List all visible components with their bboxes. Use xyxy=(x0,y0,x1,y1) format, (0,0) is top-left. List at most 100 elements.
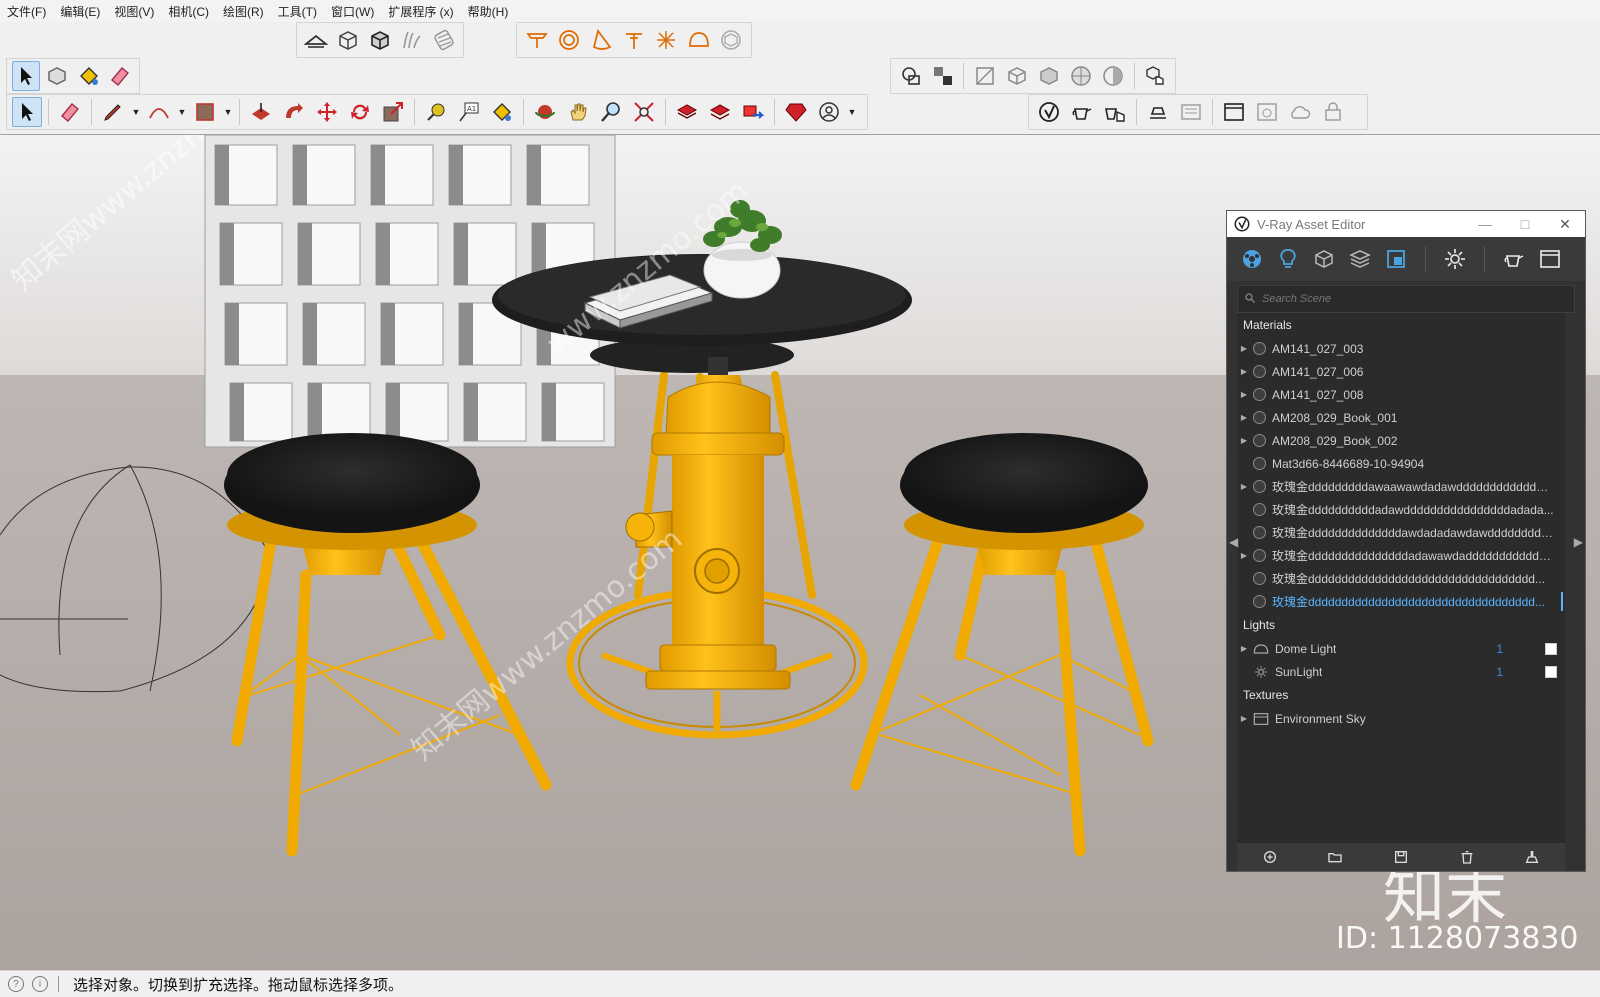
texture-item[interactable]: ▶ Environment Sky xyxy=(1237,707,1565,730)
light-item[interactable]: SunLight 1 xyxy=(1237,660,1565,683)
overlap-icon[interactable] xyxy=(896,61,925,91)
collapse-left-icon[interactable]: ◀ xyxy=(1229,535,1238,549)
menu-help[interactable]: 帮助(H) xyxy=(461,3,516,20)
box-icon[interactable] xyxy=(334,25,363,55)
hand-cube-icon[interactable] xyxy=(1141,61,1170,91)
import-icon[interactable] xyxy=(1260,847,1280,867)
follow-icon[interactable] xyxy=(279,97,309,127)
lock-icon[interactable] xyxy=(1318,97,1348,127)
materials-icon[interactable] xyxy=(1237,244,1267,274)
scale-icon[interactable] xyxy=(378,97,408,127)
section-lights[interactable]: Lights xyxy=(1237,613,1565,637)
vray-logo-icon[interactable] xyxy=(1034,97,1064,127)
cube-outline-icon[interactable] xyxy=(1002,61,1031,91)
expand-arrow-icon[interactable]: ▶ xyxy=(1237,367,1251,376)
expand-arrow-icon[interactable]: ▶ xyxy=(1237,644,1251,653)
expand-arrow-icon[interactable]: ▶ xyxy=(1237,413,1251,422)
material-item[interactable]: ▶ AM141_027_003 xyxy=(1237,337,1565,360)
expand-arrow-icon[interactable]: ▶ xyxy=(1237,482,1251,491)
menu-draw[interactable]: 绘图(R) xyxy=(216,3,271,20)
chevron-down-icon[interactable]: ▼ xyxy=(223,97,233,127)
material-item[interactable]: 玫瑰金ddddddddddadawddddddddddddddddadada..… xyxy=(1237,498,1565,521)
chevron-down-icon[interactable]: ▼ xyxy=(131,97,141,127)
grass-icon[interactable] xyxy=(397,25,426,55)
light-enabled-checkbox[interactable] xyxy=(1545,642,1557,655)
material-item[interactable]: ▶ AM208_029_Book_002 xyxy=(1237,429,1565,452)
text-icon[interactable]: A1 xyxy=(454,97,484,127)
select-arrow-icon[interactable] xyxy=(12,97,42,127)
profile-icon[interactable] xyxy=(814,97,844,127)
settings-gear-icon[interactable] xyxy=(1440,244,1470,274)
cone-icon[interactable] xyxy=(587,25,616,55)
maximize-button[interactable]: □ xyxy=(1505,216,1545,232)
grid-sphere-icon[interactable] xyxy=(1067,61,1096,91)
menu-edit[interactable]: 编辑(E) xyxy=(53,3,107,20)
cloud-render-icon[interactable] xyxy=(1285,97,1315,127)
expand-arrow-icon[interactable]: ▶ xyxy=(1237,390,1251,399)
sparkle-icon[interactable] xyxy=(652,25,681,55)
dome-icon[interactable] xyxy=(684,25,713,55)
pencil-icon[interactable] xyxy=(98,97,128,127)
zoom-icon[interactable] xyxy=(596,97,626,127)
chevron-down-icon[interactable]: ▼ xyxy=(177,97,187,127)
geometry-icon[interactable] xyxy=(1309,244,1339,274)
menu-window[interactable]: 窗口(W) xyxy=(324,3,381,20)
textures-icon[interactable] xyxy=(1381,244,1411,274)
expand-arrow-icon[interactable]: ▶ xyxy=(1237,344,1251,353)
search-input[interactable]: Search Scene xyxy=(1237,285,1575,313)
frame-buffer-icon[interactable] xyxy=(1176,97,1206,127)
frame-buffer-icon[interactable] xyxy=(1535,244,1565,274)
render-teapot-icon[interactable] xyxy=(1499,244,1529,274)
rotate-icon[interactable] xyxy=(345,97,375,127)
eraser-icon[interactable] xyxy=(55,97,85,127)
half-sphere-icon[interactable] xyxy=(1099,61,1128,91)
menu-view[interactable]: 视图(V) xyxy=(107,3,161,20)
section-plane-icon[interactable] xyxy=(302,25,331,55)
collapse-right-icon[interactable]: ▶ xyxy=(1574,535,1583,549)
section-materials[interactable]: Materials xyxy=(1237,313,1565,337)
close-button[interactable]: ✕ xyxy=(1545,216,1585,233)
view-face-icon[interactable] xyxy=(970,61,999,91)
lights-icon[interactable] xyxy=(1273,244,1303,274)
component-icon[interactable] xyxy=(43,61,71,91)
cube-solid-icon[interactable] xyxy=(1034,61,1063,91)
tape-icon[interactable] xyxy=(421,97,451,127)
material-item[interactable]: ▶ 玫瑰金dddddddddawaawawdadawdddddddddddddd.… xyxy=(1237,475,1565,498)
push-pull-icon[interactable] xyxy=(246,97,276,127)
ring-icon[interactable] xyxy=(554,25,583,55)
save-icon[interactable] xyxy=(1391,847,1411,867)
material-item[interactable]: ▶ AM141_027_006 xyxy=(1237,360,1565,383)
material-item[interactable]: ▶ AM141_027_008 xyxy=(1237,383,1565,406)
solid-box-icon[interactable] xyxy=(366,25,395,55)
paint-bucket-icon[interactable] xyxy=(75,61,103,91)
select-arrow-icon[interactable] xyxy=(12,61,41,91)
pan-icon[interactable] xyxy=(563,97,593,127)
material-item[interactable]: Mat3d66-8446689-10-94904 xyxy=(1237,452,1565,475)
expand-arrow-icon[interactable]: ▶ xyxy=(1237,714,1251,723)
menu-tools[interactable]: 工具(T) xyxy=(271,3,324,20)
interactive-teapot-icon[interactable] xyxy=(1100,97,1130,127)
arc-icon[interactable] xyxy=(144,97,174,127)
info-icon[interactable]: ? xyxy=(8,976,24,992)
light-enabled-checkbox[interactable] xyxy=(1545,665,1557,678)
material-item[interactable]: ▶ AM208_029_Book_001 xyxy=(1237,406,1565,429)
credit-icon[interactable]: i xyxy=(32,976,48,992)
bake-icon[interactable] xyxy=(1143,97,1173,127)
render-elements-icon[interactable] xyxy=(1345,244,1375,274)
striped-cylinder-icon[interactable] xyxy=(429,25,458,55)
gem-icon[interactable] xyxy=(705,97,735,127)
sphere-icon[interactable] xyxy=(717,25,746,55)
render-region-icon[interactable] xyxy=(1252,97,1282,127)
vfb-window-icon[interactable] xyxy=(1219,97,1249,127)
material-item-selected[interactable]: 玫瑰金dddddddddddddddddddddddddddddddddd... xyxy=(1237,590,1565,613)
ruby-icon[interactable] xyxy=(781,97,811,127)
menu-camera[interactable]: 相机(C) xyxy=(161,3,216,20)
gem-share-icon[interactable] xyxy=(738,97,768,127)
move-icon[interactable] xyxy=(312,97,342,127)
material-item[interactable]: 玫瑰金ddddddddddddddawdadadawdawddddddddd..… xyxy=(1237,521,1565,544)
eraser-icon[interactable] xyxy=(106,61,134,91)
orbit-icon[interactable] xyxy=(530,97,560,127)
material-item[interactable]: ▶ 玫瑰金dddddddddddddddadawawdadddddddddddd.… xyxy=(1237,544,1565,567)
menu-extensions[interactable]: 扩展程序 (x) xyxy=(381,3,460,20)
section-textures[interactable]: Textures xyxy=(1237,683,1565,707)
